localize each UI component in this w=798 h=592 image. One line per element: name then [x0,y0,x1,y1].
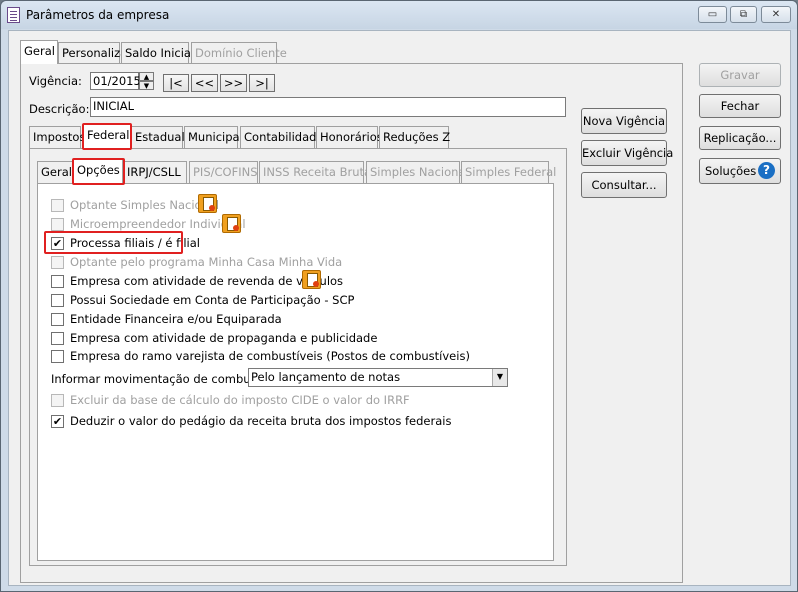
excluir-cide-label: Excluir da base de cálculo do imposto CI… [70,393,410,407]
solucoes-button[interactable]: Soluções ? [699,158,781,184]
scp-checkbox[interactable] [51,294,64,307]
minha-casa-checkbox [51,256,64,269]
nova-vigencia-button[interactable]: Nova Vigência [581,108,667,134]
tab-dominio-cliente: Domínio Cliente [191,42,287,64]
tab-estadual[interactable]: Estadual [131,126,185,148]
microempreendedor-checkbox [51,218,64,231]
tab-federal[interactable]: Federal [83,124,131,148]
consultar-button[interactable]: Consultar... [581,172,667,198]
title-bar: Parâmetros da empresa ▭ ⧉ ✕ [1,1,797,29]
vigencia-label: Vigência: [29,74,82,88]
window: Parâmetros da empresa ▭ ⧉ ✕ Geral Person… [0,0,798,592]
close-button[interactable]: ✕ [761,6,791,23]
tab-opcoes[interactable]: Opções [73,159,123,183]
first-button[interactable]: |< [163,74,189,92]
revenda-veiculos-checkbox[interactable] [51,275,64,288]
processa-filiais-label: Processa filiais / é filial [70,236,200,250]
entidade-financeira-checkbox[interactable] [51,313,64,326]
geral-panel: Vigência: 01/2015 ▲ ▼ |< << >> >| Descri… [20,63,683,583]
solucoes-label: Soluções [705,164,757,178]
propaganda-checkbox[interactable] [51,332,64,345]
federal-panel: Geral Opções IRPJ/CSLL PIS/COFINS INSS R… [29,148,567,566]
processa-filiais-checkbox[interactable]: ✔ [51,237,64,250]
tab-simples-federal: Simples Federal [461,161,556,183]
tab-impostos[interactable]: Impostos [29,126,85,148]
combustiveis-checkbox[interactable] [51,350,64,363]
minha-casa-label: Optante pelo programa Minha Casa Minha V… [70,255,343,269]
tab-saldo-inicial[interactable]: Saldo Inicial [121,42,194,64]
movimentacao-select[interactable]: Pelo lançamento de notas ▼ [248,368,508,387]
pedagio-checkbox[interactable]: ✔ [51,415,64,428]
client-area: Geral Personaliza Saldo Inicial Domínio … [8,30,791,586]
minimize-button[interactable]: ▭ [698,6,727,23]
gravar-button: Gravar [699,63,781,87]
spin-up-icon[interactable]: ▲ [139,72,154,81]
excluir-cide-checkbox [51,394,64,407]
spin-down-icon[interactable]: ▼ [139,81,154,90]
document-icon[interactable] [302,270,321,289]
next-button[interactable]: >> [220,74,247,92]
window-title: Parâmetros da empresa [26,8,170,22]
restore-button[interactable]: ⧉ [730,6,757,23]
propaganda-label: Empresa com atividade de propaganda e pu… [70,331,378,345]
tab-simples-nacional: Simples Nacional [366,161,469,183]
vigencia-input[interactable]: 01/2015 [90,72,141,90]
descricao-input[interactable]: INICIAL [90,97,566,117]
pedagio-label: Deduzir o valor do pedágio da receita br… [70,414,452,428]
descricao-label: Descrição: [29,102,90,116]
previous-button[interactable]: << [191,74,218,92]
excluir-vigencia-button[interactable]: Excluir Vigência [581,140,673,166]
document-icon[interactable] [222,214,241,233]
tab-personaliza[interactable]: Personaliza [58,42,127,64]
entidade-financeira-label: Entidade Financeira e/ou Equiparada [70,312,282,326]
help-icon: ? [758,162,775,179]
tab-contabilidade[interactable]: Contabilidade [240,126,324,148]
chevron-down-icon[interactable]: ▼ [492,369,507,386]
tab-geral[interactable]: Geral [20,40,58,64]
document-icon [7,7,20,23]
tab-sub-geral[interactable]: Geral [37,161,73,183]
tab-reducoes-z[interactable]: Reduções Z [379,126,450,148]
opcoes-panel: Optante Simples Nacional Microempreended… [37,183,554,561]
scp-label: Possui Sociedade em Conta de Participaçã… [70,293,355,307]
tab-municipal[interactable]: Municipal [184,126,243,148]
fechar-button[interactable]: Fechar [699,94,781,118]
microempreendedor-label: Microempreendedor Individual [70,217,246,231]
optante-simples-checkbox [51,199,64,212]
document-icon[interactable] [198,194,217,213]
optante-simples-label: Optante Simples Nacional [70,198,220,212]
tab-inss-receita-bruta: INSS Receita Bruta [259,161,371,183]
tab-irpj-csll[interactable]: IRPJ/CSLL [123,161,187,183]
combustiveis-label: Empresa do ramo varejista de combustívei… [70,349,470,363]
replicacao-button[interactable]: Replicação... [699,126,781,150]
last-button[interactable]: >| [249,74,275,92]
tab-honorarios[interactable]: Honorários [316,126,383,148]
tab-pis-cofins: PIS/COFINS [189,161,258,183]
movimentacao-value: Pelo lançamento de notas [251,370,401,384]
